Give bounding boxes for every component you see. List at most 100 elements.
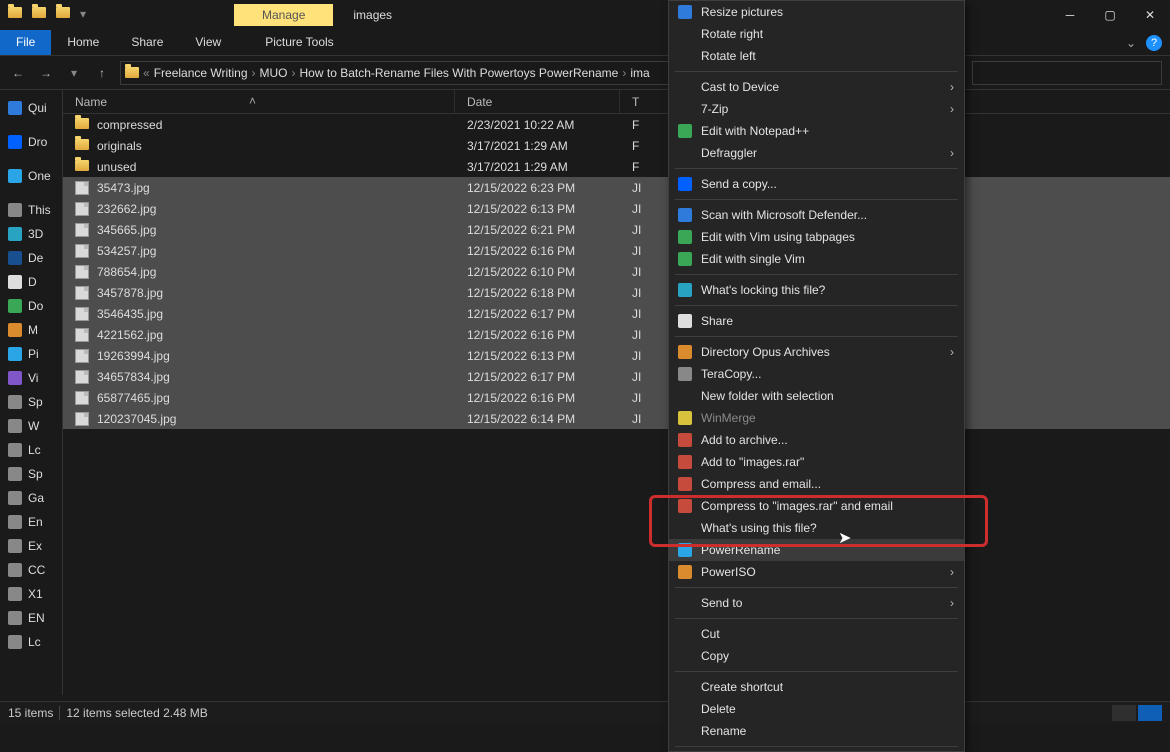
context-menu-item[interactable]: Copy — [669, 645, 964, 667]
search-input[interactable] — [972, 61, 1162, 85]
table-row[interactable]: 4221562.jpg12/15/2022 6:16 PMJI — [63, 324, 1170, 345]
column-name-label: Name — [75, 95, 107, 109]
context-menu-item[interactable]: PowerRename — [669, 539, 964, 561]
sidebar-item[interactable]: Vi — [2, 366, 62, 390]
context-menu-item[interactable]: TeraCopy... — [669, 363, 964, 385]
sidebar-item[interactable]: Ex — [2, 534, 62, 558]
column-name[interactable]: Name ˄ — [63, 90, 455, 113]
context-menu-item[interactable]: What's using this file? — [669, 517, 964, 539]
context-menu-item[interactable]: Rotate left — [669, 45, 964, 67]
file-type: JI — [620, 307, 670, 321]
tab-home[interactable]: Home — [51, 30, 115, 55]
table-row[interactable]: 120237045.jpg12/15/2022 6:14 PMJI — [63, 408, 1170, 429]
table-row[interactable]: 34657834.jpg12/15/2022 6:17 PMJI — [63, 366, 1170, 387]
context-menu-item[interactable]: 7-Zip› — [669, 98, 964, 120]
context-menu-item[interactable]: Directory Opus Archives› — [669, 341, 964, 363]
context-menu-item[interactable]: Rotate right — [669, 23, 964, 45]
context-menu-item[interactable]: Scan with Microsoft Defender... — [669, 204, 964, 226]
breadcrumb[interactable]: How to Batch-Rename Files With Powertoys… — [300, 66, 619, 80]
column-type[interactable]: T — [620, 90, 670, 113]
nav-pane[interactable]: QuiDroOneThis3DDeDDoMPiViSpWLcSpGaEnExCC… — [0, 90, 63, 695]
sidebar-item[interactable]: De — [2, 246, 62, 270]
context-menu-item[interactable]: Compress and email... — [669, 473, 964, 495]
sidebar-item[interactable]: Lc — [2, 438, 62, 462]
context-menu-item[interactable]: Defraggler› — [669, 142, 964, 164]
context-menu-item[interactable]: Create shortcut — [669, 676, 964, 698]
help-icon[interactable]: ? — [1146, 35, 1162, 51]
table-row[interactable]: 3546435.jpg12/15/2022 6:17 PMJI — [63, 303, 1170, 324]
sidebar-item-label: EN — [28, 611, 45, 625]
sidebar-item[interactable]: Lc — [2, 630, 62, 654]
sidebar-item[interactable]: CC — [2, 558, 62, 582]
table-row[interactable]: originals3/17/2021 1:29 AMF — [63, 135, 1170, 156]
contextual-tab-manage[interactable]: Manage — [234, 4, 333, 26]
sidebar-item[interactable]: This — [2, 198, 62, 222]
folder-icon[interactable] — [56, 7, 72, 23]
back-button[interactable]: ← — [8, 63, 28, 83]
column-date[interactable]: Date — [455, 90, 620, 113]
context-menu-item[interactable]: Send a copy... — [669, 173, 964, 195]
table-row[interactable]: 534257.jpg12/15/2022 6:16 PMJI — [63, 240, 1170, 261]
forward-button[interactable]: → — [36, 63, 56, 83]
context-menu-item[interactable]: Add to "images.rar" — [669, 451, 964, 473]
breadcrumb[interactable]: Freelance Writing — [154, 66, 248, 80]
context-menu-item[interactable]: Edit with single Vim — [669, 248, 964, 270]
tab-picture-tools[interactable]: Picture Tools — [249, 30, 349, 55]
up-button[interactable]: ↑ — [92, 63, 112, 83]
sidebar-item[interactable]: One — [2, 164, 62, 188]
sidebar-item[interactable]: Do — [2, 294, 62, 318]
sidebar-item[interactable]: M — [2, 318, 62, 342]
ribbon-collapse-icon[interactable]: ⌄ — [1126, 36, 1136, 50]
table-row[interactable]: 35473.jpg12/15/2022 6:23 PMJI — [63, 177, 1170, 198]
qat-overflow-icon[interactable]: ▾ — [80, 7, 96, 23]
sidebar-item[interactable]: Pi — [2, 342, 62, 366]
breadcrumb[interactable]: ima — [630, 66, 649, 80]
details-view-button[interactable] — [1112, 705, 1136, 721]
context-menu-item[interactable]: Send to› — [669, 592, 964, 614]
thumbnails-view-button[interactable] — [1138, 705, 1162, 721]
context-menu-item[interactable]: Compress to "images.rar" and email — [669, 495, 964, 517]
sidebar-item[interactable]: Ga — [2, 486, 62, 510]
context-menu-item[interactable]: Resize pictures — [669, 1, 964, 23]
table-row[interactable]: 65877465.jpg12/15/2022 6:16 PMJI — [63, 387, 1170, 408]
sidebar-item[interactable]: Dro — [2, 130, 62, 154]
context-menu-item[interactable]: New folder with selection — [669, 385, 964, 407]
sidebar-item[interactable]: En — [2, 510, 62, 534]
sidebar-item[interactable]: EN — [2, 606, 62, 630]
table-row[interactable]: compressed2/23/2021 10:22 AMF — [63, 114, 1170, 135]
context-menu-item[interactable]: What's locking this file? — [669, 279, 964, 301]
sidebar-item[interactable]: Qui — [2, 96, 62, 120]
context-menu-item[interactable]: Share — [669, 310, 964, 332]
context-menu-item[interactable]: Add to archive... — [669, 429, 964, 451]
breadcrumb[interactable]: MUO — [260, 66, 288, 80]
tab-share[interactable]: Share — [115, 30, 179, 55]
recent-dropdown-icon[interactable]: ▾ — [64, 63, 84, 83]
close-button[interactable]: ✕ — [1130, 1, 1170, 29]
minimize-button[interactable]: ─ — [1050, 1, 1090, 29]
context-menu-item[interactable]: Cut — [669, 623, 964, 645]
sidebar-item[interactable]: Sp — [2, 462, 62, 486]
table-row[interactable]: 788654.jpg12/15/2022 6:10 PMJI — [63, 261, 1170, 282]
folder-icon[interactable] — [32, 7, 48, 23]
table-row[interactable]: 3457878.jpg12/15/2022 6:18 PMJI — [63, 282, 1170, 303]
maximize-button[interactable]: ▢ — [1090, 1, 1130, 29]
tab-view[interactable]: View — [179, 30, 237, 55]
table-row[interactable]: 19263994.jpg12/15/2022 6:13 PMJI — [63, 345, 1170, 366]
folder-icon[interactable] — [8, 7, 24, 23]
chevron-left-icon[interactable]: « — [143, 66, 150, 80]
context-menu-item[interactable]: Cast to Device› — [669, 76, 964, 98]
tab-file[interactable]: File — [0, 30, 51, 55]
context-menu-item[interactable]: Edit with Notepad++ — [669, 120, 964, 142]
context-menu-item[interactable]: Rename — [669, 720, 964, 742]
sidebar-item[interactable]: D — [2, 270, 62, 294]
sidebar-item[interactable]: W — [2, 414, 62, 438]
context-menu-item[interactable]: Delete — [669, 698, 964, 720]
table-row[interactable]: unused3/17/2021 1:29 AMF — [63, 156, 1170, 177]
sidebar-item[interactable]: Sp — [2, 390, 62, 414]
context-menu-item[interactable]: PowerISO› — [669, 561, 964, 583]
sidebar-item[interactable]: 3D — [2, 222, 62, 246]
table-row[interactable]: 232662.jpg12/15/2022 6:13 PMJI — [63, 198, 1170, 219]
table-row[interactable]: 345665.jpg12/15/2022 6:21 PMJI — [63, 219, 1170, 240]
sidebar-item[interactable]: X1 — [2, 582, 62, 606]
context-menu-item[interactable]: Edit with Vim using tabpages — [669, 226, 964, 248]
